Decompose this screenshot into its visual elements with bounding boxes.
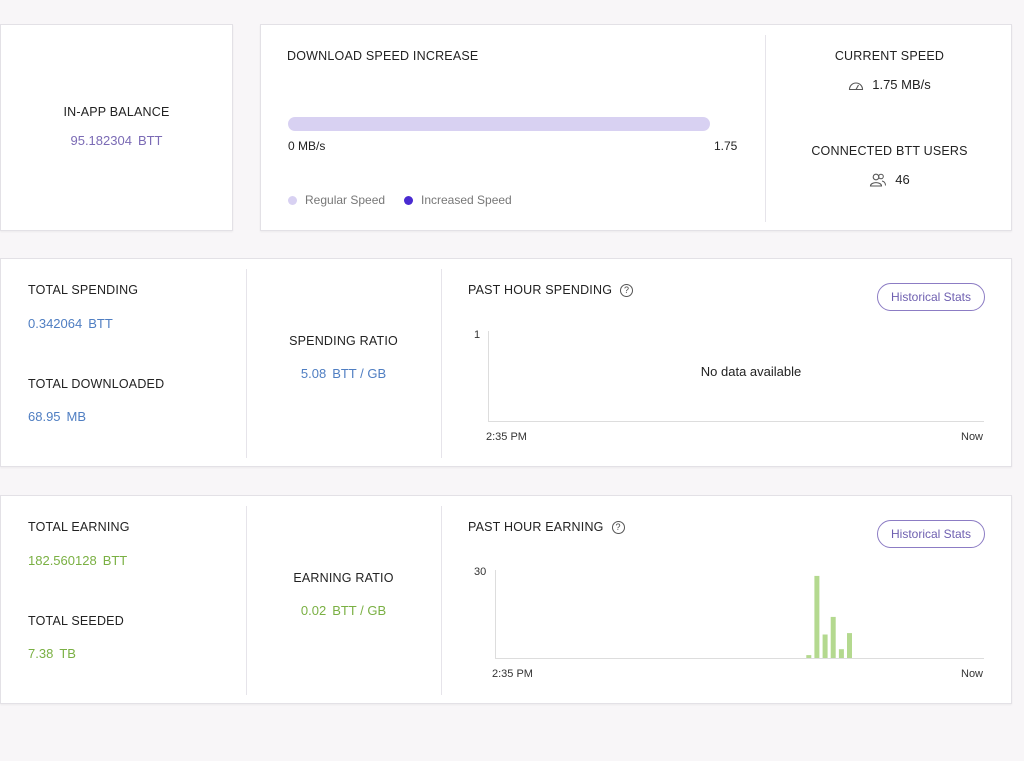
spending-x-start: 2:35 PM — [486, 431, 527, 443]
earning-y-max: 30 — [474, 566, 487, 578]
balance-card: IN-APP BALANCE 95.182304 BTT — [0, 24, 233, 231]
earning-ratio-label: EARNING RATIO — [293, 571, 394, 585]
users-label: CONNECTED BTT USERS — [811, 144, 968, 158]
spending-chart-title: PAST HOUR SPENDING ? — [468, 283, 634, 297]
total-downloaded-amount: 68.95 — [28, 409, 61, 424]
speed-card: DOWNLOAD SPEED INCREASE 0 MB/s 1.75 Regu… — [260, 24, 1012, 231]
legend-increased: Increased Speed — [404, 193, 512, 207]
earning-bar-3 — [830, 616, 836, 658]
spending-ratio: SPENDING RATIO 5.08 BTT / GB — [246, 334, 441, 381]
total-spending-value: 0.342064 BTT — [28, 316, 113, 331]
total-seeded-amount: 7.38 — [28, 646, 54, 661]
legend-regular: Regular Speed — [288, 193, 385, 207]
spending-card: TOTAL SPENDING 0.342064 BTT TOTAL DOWNLOA… — [0, 258, 1012, 467]
earning-divider-2 — [441, 506, 442, 695]
earning-ratio: EARNING RATIO 0.02 BTT / GB — [246, 571, 441, 618]
earning-ratio-amount: 0.02 — [300, 603, 327, 618]
total-earning-value: 182.560128 BTT — [28, 553, 127, 568]
speed-title: DOWNLOAD SPEED INCREASE — [287, 49, 479, 63]
balance-label: IN-APP BALANCE — [63, 105, 170, 119]
legend-increased-label: Increased Speed — [421, 193, 512, 207]
balance-amount: 95.182304 — [70, 133, 132, 148]
earning-bar-5 — [847, 633, 852, 658]
total-spending-unit: BTT — [88, 316, 113, 331]
spending-empty-message: No data available — [700, 364, 802, 379]
users-icon — [870, 173, 887, 187]
total-earning-unit: BTT — [102, 553, 128, 568]
current-speed-stat: 1.75 MB/s — [766, 77, 1013, 92]
speed-bar — [288, 117, 710, 131]
earning-bar-2 — [822, 634, 828, 658]
speed-bar-max: 1.75 — [714, 139, 738, 153]
total-downloaded-unit: MB — [66, 409, 87, 424]
earning-historical-stats-button[interactable]: Historical Stats — [877, 520, 985, 548]
earning-ratio-value: 0.02 BTT / GB — [246, 603, 441, 618]
current-speed-label: CURRENT SPEED — [834, 49, 945, 63]
users-value: 46 — [895, 172, 910, 187]
balance-value: 95.182304 BTT — [1, 133, 232, 148]
legend-regular-dot — [288, 195, 297, 205]
spending-y-max: 1 — [474, 329, 481, 341]
spending-ratio-amount: 5.08 — [300, 366, 327, 381]
total-downloaded-label: TOTAL DOWNLOADED — [28, 377, 165, 391]
total-earning-label: TOTAL EARNING — [28, 520, 130, 534]
earning-bar-4 — [838, 649, 844, 658]
spending-ratio-value: 5.08 BTT / GB — [246, 366, 441, 381]
legend-increased-dot — [404, 195, 413, 205]
speed-stats: CURRENT SPEED 1.75 MB/s CONNECTED BTT US… — [766, 25, 1013, 230]
total-seeded-value: 7.38 TB — [28, 646, 76, 661]
earning-chart-title-text: PAST HOUR EARNING — [468, 520, 604, 534]
earning-chart — [806, 575, 852, 658]
total-earning-amount: 182.560128 — [28, 553, 97, 568]
earning-x-end: Now — [961, 668, 984, 680]
users-stat: 46 — [766, 172, 1013, 187]
speed-bar-min: 0 MB/s — [288, 139, 326, 153]
total-seeded-unit: TB — [59, 646, 76, 661]
total-spending-amount: 0.342064 — [28, 316, 83, 331]
help-icon[interactable]: ? — [620, 283, 634, 297]
legend-regular-label: Regular Speed — [305, 193, 386, 207]
earning-chart-title: PAST HOUR EARNING ? — [468, 520, 625, 534]
spending-ratio-unit: BTT / GB — [332, 366, 387, 381]
earning-ratio-unit: BTT / GB — [332, 603, 387, 618]
total-seeded-label: TOTAL SEEDED — [28, 614, 124, 628]
help-icon[interactable]: ? — [611, 520, 625, 534]
total-spending-label: TOTAL SPENDING — [28, 283, 139, 297]
spending-x-axis — [488, 421, 984, 422]
earning-x-axis — [495, 658, 984, 659]
spending-ratio-label: SPENDING RATIO — [289, 334, 398, 348]
spending-chart-title-text: PAST HOUR SPENDING — [468, 283, 613, 297]
earning-bar-1 — [814, 575, 820, 658]
spending-divider-2 — [441, 269, 442, 458]
speedometer-icon — [849, 81, 864, 90]
spending-x-end: Now — [961, 431, 984, 443]
balance-unit: BTT — [137, 133, 163, 148]
earning-card: TOTAL EARNING 182.560128 BTT TOTAL SEEDED… — [0, 495, 1012, 704]
spending-historical-stats-button[interactable]: Historical Stats — [877, 283, 985, 311]
earning-x-start: 2:35 PM — [492, 668, 533, 680]
earning-bar-0 — [806, 655, 812, 658]
total-downloaded-value: 68.95 MB — [28, 409, 86, 424]
current-speed-value: 1.75 MB/s — [872, 77, 931, 92]
